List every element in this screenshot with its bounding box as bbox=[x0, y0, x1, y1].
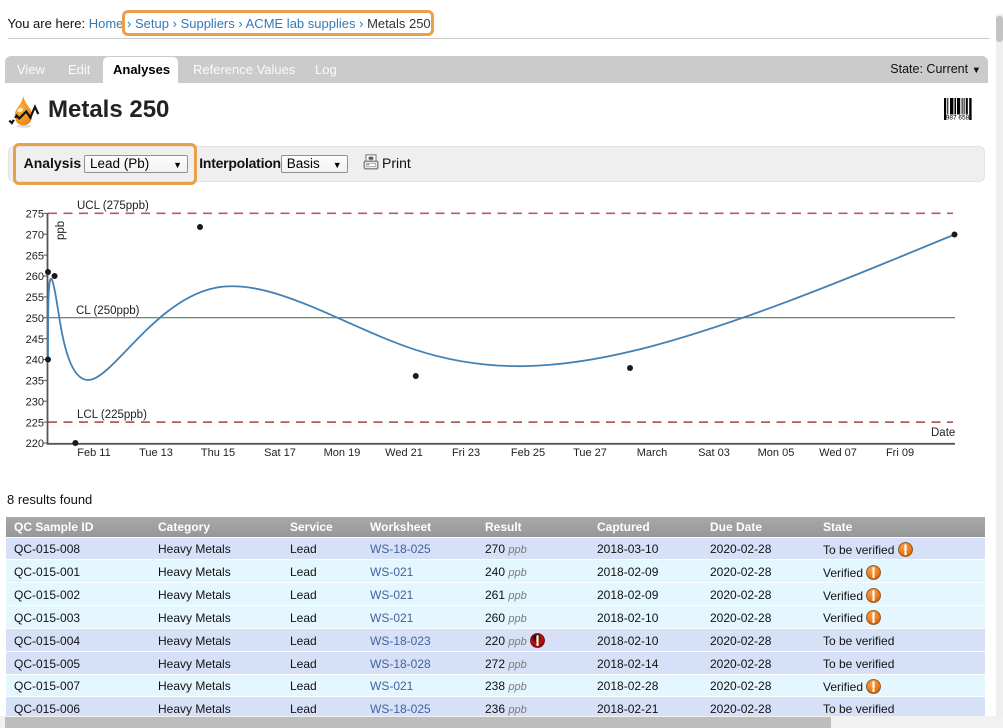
svg-text:220: 220 bbox=[26, 438, 44, 450]
svg-text:Date: Date bbox=[931, 427, 955, 439]
svg-text:265: 265 bbox=[26, 250, 44, 262]
svg-text:LCL (225ppb): LCL (225ppb) bbox=[77, 409, 147, 421]
svg-text:Fri 09: Fri 09 bbox=[886, 447, 914, 459]
svg-text:ppb: ppb bbox=[55, 221, 67, 240]
svg-text:Mon 05: Mon 05 bbox=[758, 447, 795, 459]
svg-text:235: 235 bbox=[26, 376, 44, 388]
svg-text:275: 275 bbox=[26, 209, 44, 221]
svg-text:270: 270 bbox=[26, 229, 44, 241]
svg-text:255: 255 bbox=[26, 292, 44, 304]
svg-text:Feb 25: Feb 25 bbox=[511, 447, 545, 459]
svg-text:Wed 21: Wed 21 bbox=[385, 447, 423, 459]
svg-text:Thu 15: Thu 15 bbox=[201, 447, 235, 459]
svg-text:Wed 07: Wed 07 bbox=[819, 447, 857, 459]
svg-text:225: 225 bbox=[26, 417, 44, 429]
svg-text:260: 260 bbox=[26, 271, 44, 283]
svg-text:Sat 03: Sat 03 bbox=[698, 447, 730, 459]
svg-text:240: 240 bbox=[26, 355, 44, 367]
svg-text:March: March bbox=[637, 447, 668, 459]
svg-text:230: 230 bbox=[26, 396, 44, 408]
svg-text:Feb 11: Feb 11 bbox=[77, 447, 110, 459]
svg-text:Tue 13: Tue 13 bbox=[139, 447, 173, 459]
svg-text:245: 245 bbox=[26, 334, 44, 346]
svg-text:CL (250ppb): CL (250ppb) bbox=[76, 305, 140, 317]
svg-text:Fri 23: Fri 23 bbox=[452, 447, 480, 459]
svg-text:Sat 17: Sat 17 bbox=[264, 447, 296, 459]
svg-text:Mon 19: Mon 19 bbox=[324, 447, 361, 459]
svg-text:UCL (275ppb): UCL (275ppb) bbox=[77, 200, 149, 212]
svg-text:Tue 27: Tue 27 bbox=[573, 447, 607, 459]
svg-text:250: 250 bbox=[26, 313, 44, 325]
